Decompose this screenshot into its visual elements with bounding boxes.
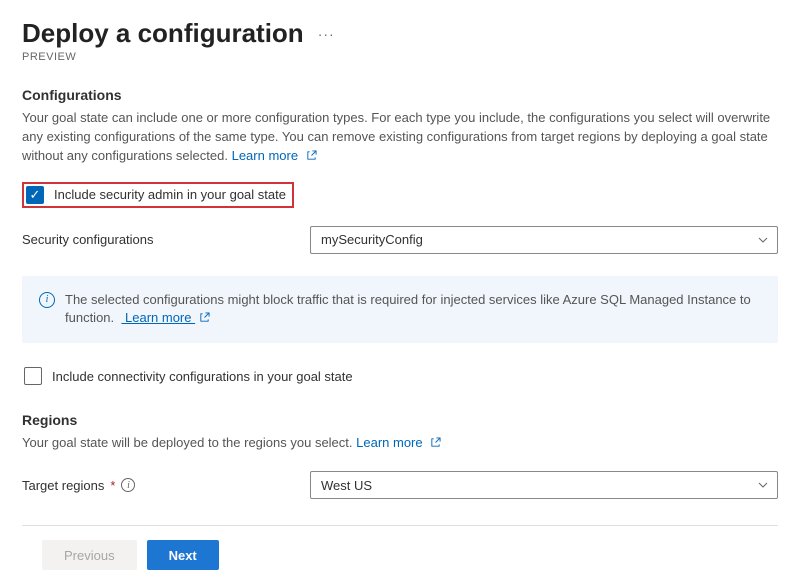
required-asterisk: * bbox=[110, 478, 115, 493]
target-regions-label: Target regions * i bbox=[22, 478, 310, 493]
security-configurations-label: Security configurations bbox=[22, 232, 310, 247]
regions-learn-more-link[interactable]: Learn more bbox=[356, 435, 441, 450]
security-configurations-value: mySecurityConfig bbox=[321, 232, 423, 247]
configurations-learn-more-label: Learn more bbox=[232, 148, 298, 163]
regions-heading: Regions bbox=[22, 412, 778, 428]
configurations-heading: Configurations bbox=[22, 87, 778, 103]
include-connectivity-label: Include connectivity configurations in y… bbox=[52, 369, 353, 384]
external-link-icon bbox=[199, 312, 210, 323]
chevron-down-icon bbox=[757, 479, 769, 491]
include-security-label: Include security admin in your goal stat… bbox=[54, 187, 286, 202]
regions-help-text: Your goal state will be deployed to the … bbox=[22, 435, 353, 450]
more-actions-icon[interactable]: ··· bbox=[318, 26, 335, 42]
check-icon: ✓ bbox=[30, 188, 41, 201]
configurations-learn-more-link[interactable]: Learn more bbox=[232, 148, 317, 163]
target-regions-dropdown[interactable]: West US bbox=[310, 471, 778, 499]
regions-help: Your goal state will be deployed to the … bbox=[22, 434, 778, 453]
external-link-icon bbox=[430, 437, 441, 448]
page-title: Deploy a configuration bbox=[22, 18, 304, 49]
security-info-box: i The selected configurations might bloc… bbox=[22, 276, 778, 344]
target-regions-label-text: Target regions bbox=[22, 478, 104, 493]
include-security-checkbox-row[interactable]: ✓ Include security admin in your goal st… bbox=[22, 182, 294, 208]
regions-learn-more-label: Learn more bbox=[356, 435, 422, 450]
chevron-down-icon bbox=[757, 234, 769, 246]
configurations-help-text: Your goal state can include one or more … bbox=[22, 110, 770, 163]
next-button[interactable]: Next bbox=[147, 540, 219, 570]
security-configurations-dropdown[interactable]: mySecurityConfig bbox=[310, 226, 778, 254]
include-connectivity-checkbox[interactable] bbox=[24, 367, 42, 385]
configurations-help: Your goal state can include one or more … bbox=[22, 109, 778, 166]
security-info-learn-more-label: Learn more bbox=[125, 310, 191, 325]
preview-badge: PREVIEW bbox=[22, 51, 778, 63]
footer-divider bbox=[22, 525, 778, 526]
include-security-checkbox[interactable]: ✓ bbox=[26, 186, 44, 204]
info-icon: i bbox=[39, 292, 55, 308]
security-info-learn-more-link[interactable]: Learn more bbox=[121, 310, 210, 325]
previous-button: Previous bbox=[42, 540, 137, 570]
include-connectivity-checkbox-row[interactable]: Include connectivity configurations in y… bbox=[22, 365, 359, 387]
target-regions-value: West US bbox=[321, 478, 372, 493]
external-link-icon bbox=[306, 150, 317, 161]
info-icon[interactable]: i bbox=[121, 478, 135, 492]
